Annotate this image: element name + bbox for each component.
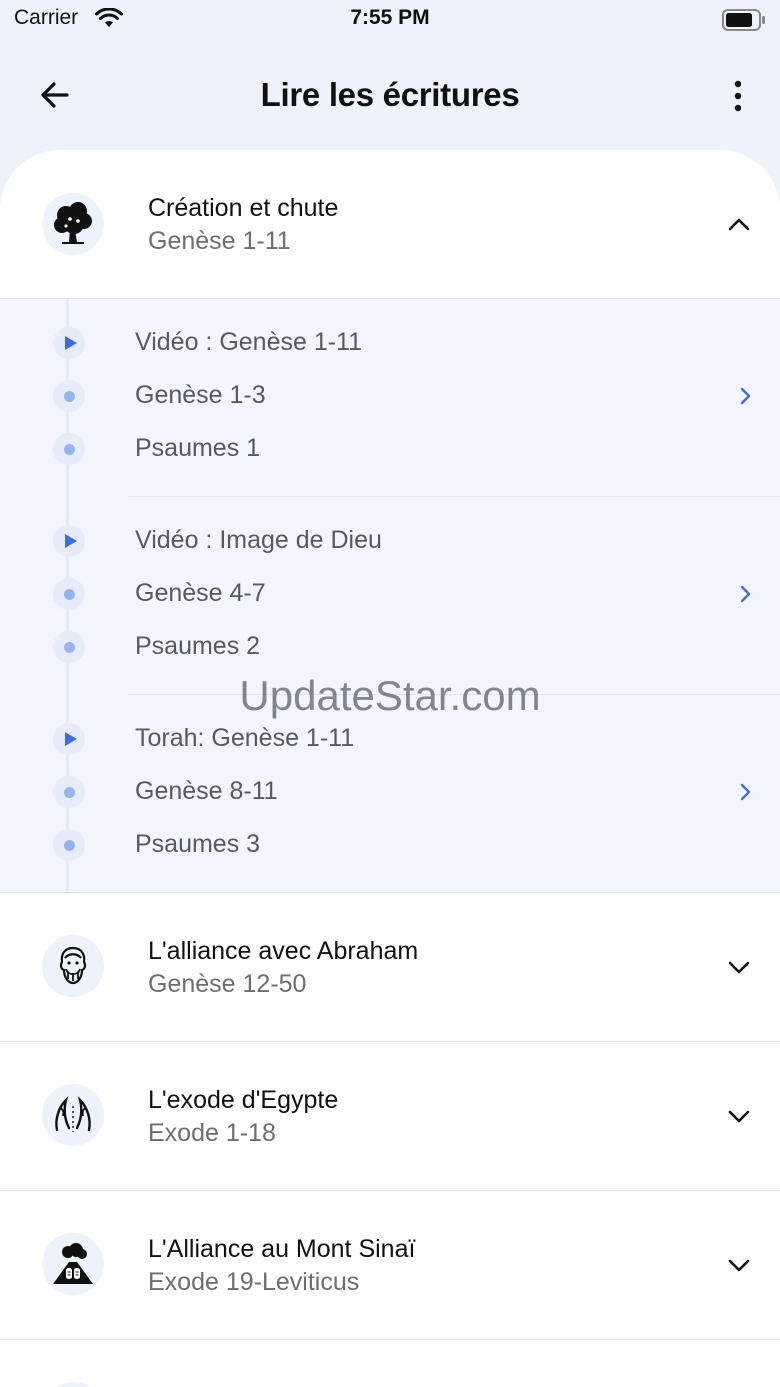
reading-label: Vidéo : Genèse 1-11 [135, 328, 363, 356]
section-subtitle: Genèse 1-11 [148, 227, 291, 255]
reading-label: Vidéo : Image de Dieu [135, 526, 382, 554]
reading-item[interactable]: Psaumes 1 [0, 424, 780, 474]
chevron-down-icon[interactable] [724, 952, 754, 982]
section-abraham[interactable]: L'alliance avec Abraham Genèse 12-50 [0, 893, 780, 1042]
section-subtitle: Exode 19-Leviticus [148, 1268, 360, 1296]
chevron-right-icon[interactable] [736, 384, 754, 408]
battery-icon [722, 9, 765, 31]
page-title: Lire les écritures [260, 76, 520, 113]
reading-item[interactable]: Genèse 8-11 [0, 767, 780, 817]
section-subtitle: Genèse 12-50 [148, 970, 307, 998]
reading-item[interactable]: Genèse 1-3 [0, 371, 780, 421]
section-sinai[interactable]: L'Alliance au Mont Sinaï Exode 19-Leviti… [0, 1191, 780, 1340]
section-readings-list: Vidéo : Genèse 1-11 Genèse 1-3 Psaumes 1… [0, 299, 780, 893]
section-creation[interactable]: Création et chute Genèse 1-11 [0, 150, 780, 299]
content-sheet: Création et chute Genèse 1-11 Vidéo : Ge… [0, 150, 780, 1387]
play-icon [53, 525, 85, 557]
play-icon [53, 723, 85, 755]
reading-item-video[interactable]: Torah: Genèse 1-11 [0, 714, 780, 764]
dot-icon [53, 631, 85, 663]
reading-label: Torah: Genèse 1-11 [135, 724, 355, 752]
chevron-up-icon[interactable] [724, 210, 754, 240]
clock: 7:55 PM [350, 6, 430, 29]
group-divider [128, 496, 780, 497]
section-subtitle: Exode 1-18 [148, 1119, 276, 1147]
section-exode[interactable]: L'exode d'Egypte Exode 1-18 [0, 1042, 780, 1191]
tree-icon [42, 193, 104, 255]
dot-icon [53, 829, 85, 861]
chevron-down-icon[interactable] [724, 1101, 754, 1131]
section-title: L'alliance avec Abraham [148, 937, 419, 965]
patriarch-icon [42, 935, 104, 997]
reading-label: Psaumes 3 [135, 830, 261, 858]
status-bar: Carrier 7:55 PM [0, 0, 780, 40]
reading-item-video[interactable]: Vidéo : Image de Dieu [0, 516, 780, 566]
reading-label: Genèse 4-7 [135, 579, 266, 607]
next-section-icon [42, 1382, 104, 1387]
section-title: L'Alliance au Mont Sinaï [148, 1235, 416, 1263]
reading-item[interactable]: Genèse 4-7 [0, 569, 780, 619]
dot-icon [53, 380, 85, 412]
reading-label: Psaumes 1 [135, 434, 261, 462]
reading-label: Genèse 8-11 [135, 777, 278, 805]
section-title: Création et chute [148, 194, 339, 222]
chevron-right-icon[interactable] [736, 582, 754, 606]
reading-item[interactable]: Psaumes 3 [0, 820, 780, 870]
parted-sea-icon [42, 1084, 104, 1146]
mountain-tablets-icon [42, 1233, 104, 1295]
nav-bar: Lire les écritures [0, 40, 780, 150]
reading-label: Genèse 1-3 [135, 381, 266, 409]
section-title: L'exode d'Egypte [148, 1086, 339, 1114]
group-divider [128, 694, 780, 695]
chevron-right-icon[interactable] [736, 780, 754, 804]
reading-item-video[interactable]: Vidéo : Genèse 1-11 [0, 318, 780, 368]
play-icon [53, 327, 85, 359]
reading-label: Psaumes 2 [135, 632, 261, 660]
reading-item[interactable]: Psaumes 2 [0, 622, 780, 672]
more-vertical-icon[interactable] [726, 78, 750, 114]
dot-icon [53, 578, 85, 610]
chevron-down-icon[interactable] [724, 1250, 754, 1280]
dot-icon [53, 776, 85, 808]
dot-icon [53, 433, 85, 465]
